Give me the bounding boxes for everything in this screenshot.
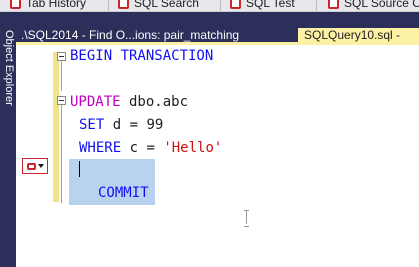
chevron-down-icon [37,164,44,168]
toolbar-separator [220,0,221,11]
sql-source-control-icon [328,0,339,9]
code-line-set: SET d = 99 [79,115,163,135]
sql-search-icon [118,0,129,9]
text-caret [79,161,80,177]
object-explorer-label: Object Explorer [3,30,15,106]
tab-history-icon [10,0,21,9]
outline-line [61,105,62,203]
changed-lines-margin [53,52,59,202]
tab-label: SQLQuery10.sql - [304,28,401,42]
bookmark-dropdown[interactable] [22,158,48,174]
sql-search-label: SQL Search [134,0,199,10]
tab-sqlquery10[interactable]: SQLQuery10.sql - [298,28,419,42]
toolbar: Tab History SQL Search SQL Test SQL Sour… [0,0,419,12]
ibeam-cursor-icon [244,210,249,227]
snippet-icon [26,162,36,170]
document-tabstrip: .\SQL2014 - Find O...ions: pair_matching… [16,12,419,42]
where-expression: c = [121,140,164,156]
tab-find-ordering-query[interactable]: .\SQL2014 - Find O...ions: pair_matching [16,28,292,42]
tab-label: .\SQL2014 - Find O...ions: pair_matching [21,28,240,42]
tab-history-label: Tab History [26,0,87,10]
object-explorer-panel[interactable]: Object Explorer [0,12,16,267]
toolbar-separator [108,0,109,11]
outline-line [61,61,62,91]
tab-history-button[interactable]: Tab History [10,0,86,11]
code-line-begin-transaction: BEGIN TRANSACTION [70,48,214,64]
toolbar-separator [316,0,317,11]
update-target: dbo.abc [120,94,189,110]
sql-source-control-button[interactable]: SQL Source C [328,0,419,11]
update-keyword: UPDATE [70,94,121,110]
set-keyword: SET [79,117,105,133]
sql-test-button[interactable]: SQL Test [230,0,295,11]
sql-search-button[interactable]: SQL Search [118,0,199,11]
collapse-begin-icon[interactable] [57,52,66,61]
code-line-commit: COMMIT [98,185,149,201]
where-string-literal: 'Hello' [163,140,223,156]
sql-test-label: SQL Test [246,0,295,10]
sql-source-control-label: SQL Source C [344,0,419,10]
sql-test-icon [230,0,241,9]
set-expression: d = 99 [104,117,164,133]
code-line-where: WHERE c = 'Hello' [79,138,222,158]
code-line-update: UPDATE dbo.abc [70,92,188,112]
collapse-update-icon[interactable] [57,96,66,105]
where-keyword: WHERE [79,140,122,156]
